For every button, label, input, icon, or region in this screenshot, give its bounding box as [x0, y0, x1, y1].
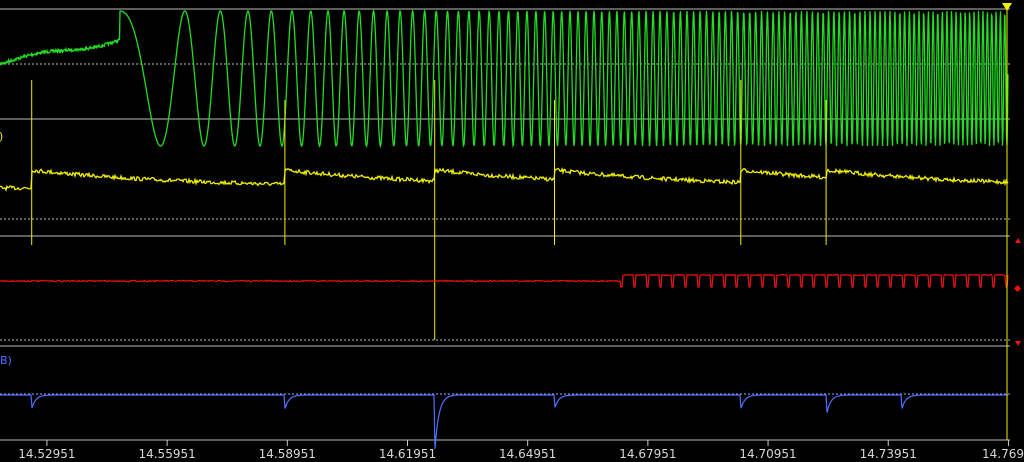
- x-tick-label: 14.64951: [499, 447, 556, 461]
- cursor-handle-top-icon[interactable]: [1002, 3, 1012, 11]
- yellow-channel-label: ): [0, 130, 3, 143]
- waveform-plot: 14.52951 14.55951 14.58951 14.61951 14.64951…: [0, 3, 1024, 461]
- x-tick-label: 14.61951: [379, 447, 436, 461]
- x-tick-label: 14.67951: [619, 447, 676, 461]
- x-tick-label: 14.73951: [860, 447, 917, 461]
- red-channel-marker-up-icon: [1015, 238, 1021, 243]
- green-trace: [0, 8, 1009, 149]
- red-trace: [0, 273, 1009, 288]
- x-tick-label: 14.769: [982, 447, 1024, 461]
- oscilloscope-view: 14.52951 14.55951 14.58951 14.61951 14.64951…: [0, 0, 1024, 462]
- x-tick-label: 14.70951: [739, 447, 796, 461]
- x-tick-label: 14.55951: [138, 447, 195, 461]
- red-channel-marker-mid-icon: [1013, 284, 1022, 293]
- yellow-trace: [0, 167, 1009, 192]
- red-channel-marker-down-icon: [1015, 341, 1021, 346]
- blue-trace: [0, 394, 1008, 449]
- x-tick-label: 14.58951: [259, 447, 316, 461]
- x-tick-label: 14.52951: [18, 447, 75, 461]
- blue-channel-label: B): [0, 354, 12, 367]
